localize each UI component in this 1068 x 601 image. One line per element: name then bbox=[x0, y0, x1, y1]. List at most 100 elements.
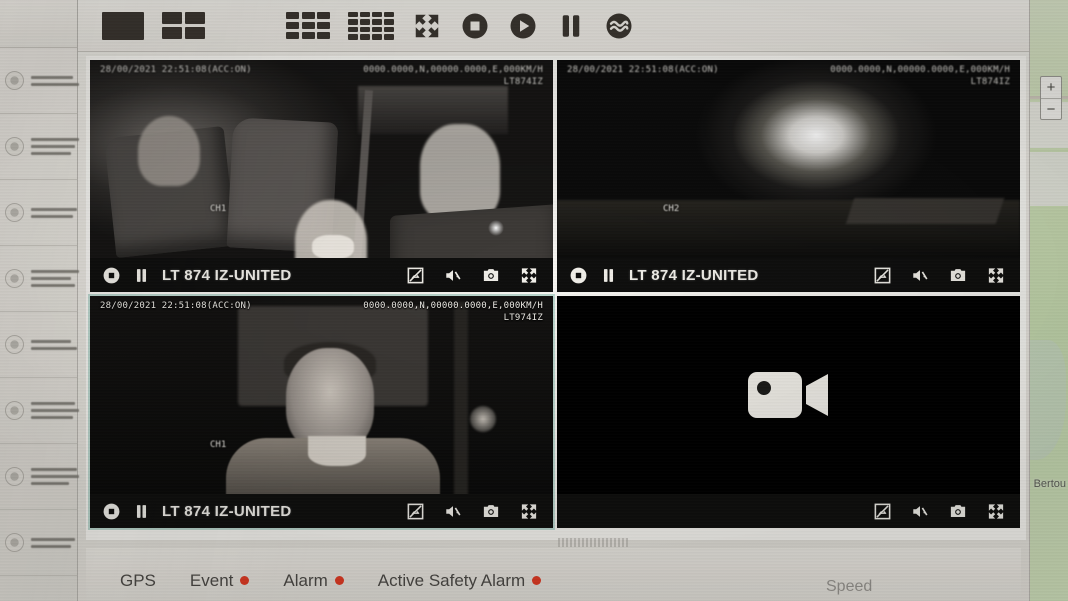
expand-icon[interactable] bbox=[986, 266, 1006, 285]
mute-icon[interactable] bbox=[910, 502, 930, 521]
status-bar: GPS Event Alarm Active Safety Alarm Spee… bbox=[86, 548, 1021, 601]
camera-icon[interactable] bbox=[948, 502, 968, 521]
osd-gps: 0000.0000,N,00000.0000,E,000KM/H LT974IZ bbox=[363, 301, 543, 323]
wave-circle-icon[interactable] bbox=[604, 11, 634, 41]
image-disabled-icon[interactable] bbox=[873, 502, 892, 521]
layout-quad-icon[interactable] bbox=[162, 11, 206, 40]
video-toolbar bbox=[78, 0, 1029, 52]
pause-icon[interactable] bbox=[133, 502, 150, 521]
sidebar-item-label bbox=[31, 75, 79, 86]
video-osd-3: 28/00/2021 22:51:08(ACC:ON) 0000.0000,N,… bbox=[90, 300, 553, 324]
layout-nine-icon[interactable] bbox=[286, 11, 330, 40]
device-node-icon bbox=[5, 137, 24, 156]
layout-sixteen-icon[interactable] bbox=[348, 11, 394, 40]
osd-gps: 0000.0000,N,00000.0000,E,000KM/H LT874IZ bbox=[363, 65, 543, 87]
camera-icon[interactable] bbox=[948, 266, 968, 285]
sidebar-item-label bbox=[31, 537, 75, 548]
device-node-icon bbox=[5, 335, 24, 354]
sidebar-item-device-7[interactable] bbox=[0, 444, 79, 510]
status-label: GPS bbox=[120, 570, 156, 590]
channel-label-2: CH2 bbox=[663, 204, 680, 214]
cabin-footage bbox=[90, 60, 553, 258]
video-scene-driver-face: 28/00/2021 22:51:08(ACC:ON) 0000.0000,N,… bbox=[90, 296, 553, 494]
expand-icon[interactable] bbox=[519, 502, 539, 521]
channel-label-3: CH1 bbox=[210, 440, 227, 450]
sidebar-item-device-1[interactable] bbox=[0, 48, 79, 114]
stop-icon[interactable] bbox=[102, 502, 121, 521]
mute-icon[interactable] bbox=[910, 266, 930, 285]
mute-icon[interactable] bbox=[443, 502, 463, 521]
video-camera-icon bbox=[747, 372, 828, 418]
sidebar-item-label bbox=[31, 468, 79, 485]
osd-plate: LT874IZ bbox=[970, 77, 1010, 87]
osd-gps: 0000.0000,N,00000.0000,E,000KM/H LT874IZ bbox=[830, 65, 1010, 87]
image-disabled-icon[interactable] bbox=[873, 266, 892, 285]
panel-title-1: LT 874 IZ-UNITED bbox=[162, 266, 292, 284]
osd-plate: LT874IZ bbox=[503, 77, 543, 87]
video-panel-2[interactable]: 28/00/2021 22:51:08(ACC:ON) 0000.0000,N,… bbox=[557, 60, 1020, 292]
panel-controls-3: LT 874 IZ-UNITED bbox=[90, 494, 553, 528]
pause-icon[interactable] bbox=[133, 266, 150, 285]
map-zoom-out-button[interactable]: − bbox=[1041, 98, 1061, 119]
layout-single-icon[interactable] bbox=[102, 11, 144, 40]
play-circle-icon[interactable] bbox=[508, 11, 538, 41]
device-node-icon bbox=[5, 203, 24, 222]
stop-icon[interactable] bbox=[102, 266, 121, 285]
device-tree-sidebar bbox=[0, 0, 79, 601]
video-panel-1[interactable]: 28/00/2021 22:51:08(ACC:ON) 0000.0000,N,… bbox=[90, 60, 553, 292]
status-item-event[interactable]: Event bbox=[189, 570, 250, 591]
sidebar-header bbox=[0, 0, 77, 48]
status-item-active-safety-alarm[interactable]: Active Safety Alarm bbox=[377, 570, 542, 591]
camera-icon[interactable] bbox=[481, 266, 501, 285]
map-zoom-controls[interactable]: + − bbox=[1040, 76, 1062, 120]
device-node-icon bbox=[5, 269, 24, 288]
sidebar-item-device-8[interactable] bbox=[0, 510, 77, 576]
video-scene-cabin: 28/00/2021 22:51:08(ACC:ON) 0000.0000,N,… bbox=[90, 60, 553, 258]
pause-icon[interactable] bbox=[556, 11, 586, 41]
status-badge bbox=[532, 576, 542, 585]
sidebar-item-device-4[interactable] bbox=[0, 246, 79, 312]
channel-label-1: CH1 bbox=[210, 204, 227, 214]
image-disabled-icon[interactable] bbox=[406, 266, 425, 285]
panel-title-3: LT 874 IZ-UNITED bbox=[162, 502, 292, 520]
application-window: + − Bertou 28/00/2021 22:51:08(ACC:ON) 0… bbox=[0, 0, 1068, 601]
video-scene-no-signal bbox=[557, 296, 1020, 494]
fullscreen-icon[interactable] bbox=[412, 11, 442, 41]
image-disabled-icon[interactable] bbox=[406, 502, 425, 521]
stop-circle-icon[interactable] bbox=[460, 11, 490, 41]
sidebar-item-device-6[interactable] bbox=[0, 378, 79, 444]
mute-icon[interactable] bbox=[443, 266, 463, 285]
camera-icon[interactable] bbox=[481, 502, 501, 521]
horizontal-scrollbar[interactable] bbox=[558, 538, 628, 547]
status-badge bbox=[334, 576, 344, 585]
main-pane: 28/00/2021 22:51:08(ACC:ON) 0000.0000,N,… bbox=[78, 0, 1030, 601]
night-road-footage bbox=[557, 60, 1020, 258]
status-badge bbox=[240, 576, 250, 585]
status-label: Event bbox=[189, 570, 234, 590]
osd-datetime: 28/00/2021 22:51:08(ACC:ON) bbox=[100, 65, 252, 75]
device-node-icon bbox=[5, 467, 24, 486]
stop-icon[interactable] bbox=[569, 266, 588, 285]
expand-icon[interactable] bbox=[986, 502, 1006, 521]
video-panel-3[interactable]: 28/00/2021 22:51:08(ACC:ON) 0000.0000,N,… bbox=[88, 294, 555, 530]
map-zoom-in-button[interactable]: + bbox=[1041, 77, 1061, 98]
sidebar-item-device-3[interactable] bbox=[0, 180, 77, 246]
status-label: Active Safety Alarm bbox=[377, 570, 526, 590]
sidebar-item-device-5[interactable] bbox=[0, 312, 77, 378]
panel-title-2: LT 874 IZ-UNITED bbox=[629, 266, 759, 284]
layout-six-icon[interactable] bbox=[224, 12, 268, 40]
osd-datetime: 28/00/2021 22:51:08(ACC:ON) bbox=[567, 65, 719, 75]
speed-label: Speed bbox=[826, 578, 873, 595]
video-panel-4[interactable] bbox=[557, 296, 1020, 528]
pause-icon[interactable] bbox=[600, 266, 617, 285]
video-grid: 28/00/2021 22:51:08(ACC:ON) 0000.0000,N,… bbox=[86, 56, 1026, 540]
osd-datetime: 28/00/2021 22:51:08(ACC:ON) bbox=[100, 301, 252, 311]
status-item-gps[interactable]: GPS bbox=[120, 571, 156, 591]
expand-icon[interactable] bbox=[519, 266, 539, 285]
sidebar-item-device-2[interactable] bbox=[0, 114, 79, 180]
status-item-alarm[interactable]: Alarm bbox=[283, 570, 344, 591]
video-osd-2: 28/00/2021 22:51:08(ACC:ON) 0000.0000,N,… bbox=[557, 64, 1020, 88]
no-video-placeholder bbox=[557, 296, 1020, 494]
panel-controls-2: LT 874 IZ-UNITED bbox=[557, 258, 1020, 292]
status-label: Alarm bbox=[283, 570, 328, 590]
